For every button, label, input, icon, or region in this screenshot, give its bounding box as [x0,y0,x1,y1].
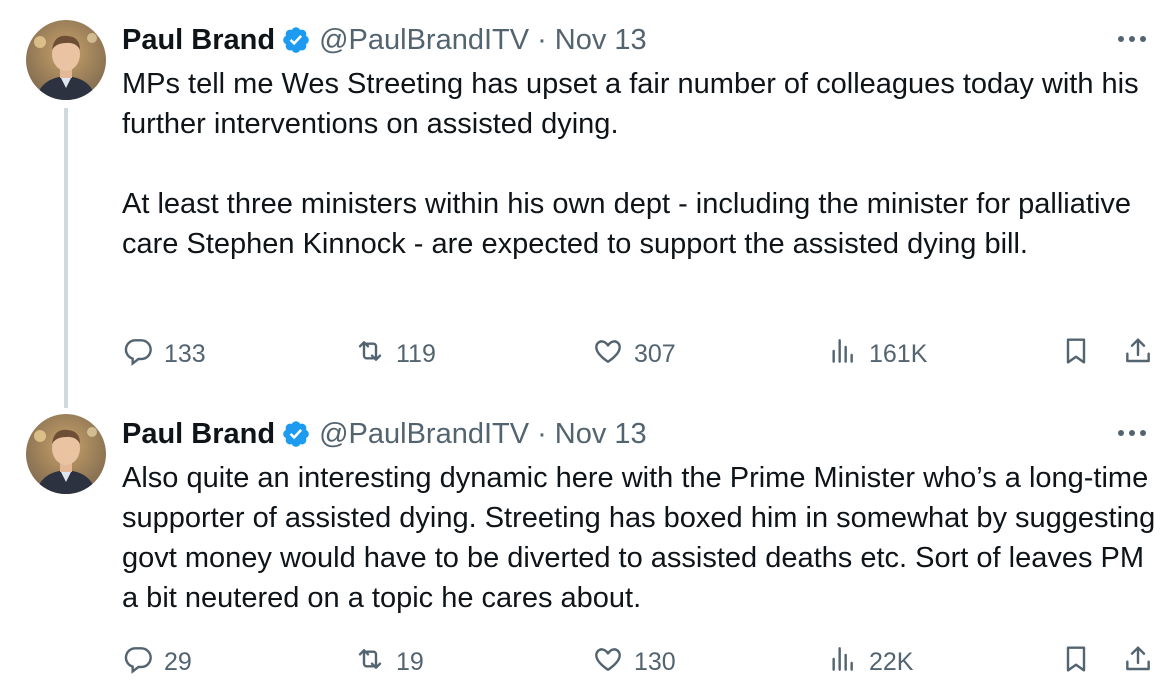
repost-icon [354,643,386,682]
more-options-icon[interactable] [1112,24,1152,54]
views-button[interactable]: 161K [827,332,927,376]
tweet[interactable]: Paul Brand @PaulBrandITV · Nov 13 Also q… [0,394,1170,694]
reply-icon [122,335,154,374]
like-icon [592,335,624,374]
share-icon [1122,643,1154,682]
share-button[interactable] [1122,640,1154,684]
like-count: 130 [634,647,676,676]
separator-dot: · [537,417,547,450]
reply-button[interactable]: 133 [122,332,206,376]
tweet-text: MPs tell me Wes Streeting has upset a fa… [122,68,1139,260]
author-name[interactable]: Paul Brand [122,24,275,57]
tweet-date[interactable]: Nov 13 [555,418,647,451]
bookmark-button[interactable] [1060,332,1092,376]
tweet-actions: 133 119 307 161K [122,332,1162,376]
bookmark-button[interactable] [1060,640,1092,684]
views-count: 22K [869,647,914,676]
more-options-icon[interactable] [1112,418,1152,448]
like-button[interactable]: 130 [592,640,676,684]
tweet-text: Also quite an interesting dynamic here w… [122,462,1156,614]
reply-button[interactable]: 29 [122,640,192,684]
repost-count: 19 [396,647,424,676]
avatar[interactable] [26,20,106,100]
like-count: 307 [634,339,676,368]
author-handle[interactable]: @PaulBrandITV [319,24,529,57]
tweet-date[interactable]: Nov 13 [555,24,647,57]
tweet-header: Paul Brand @PaulBrandITV · Nov 13 [122,20,647,60]
like-icon [592,643,624,682]
share-button[interactable] [1122,332,1154,376]
repost-count: 119 [396,339,436,368]
tweet-header: Paul Brand @PaulBrandITV · Nov 13 [122,414,647,454]
views-count: 161K [869,339,928,368]
views-icon [827,643,859,682]
verified-badge-icon[interactable] [281,25,311,55]
like-button[interactable]: 307 [592,332,676,376]
views-button[interactable]: 22K [827,640,913,684]
reply-count: 133 [164,339,206,368]
repost-button[interactable]: 119 [354,332,436,376]
reply-icon [122,643,154,682]
author-handle[interactable]: @PaulBrandITV [319,418,529,451]
author-name[interactable]: Paul Brand [122,418,275,451]
repost-button[interactable]: 19 [354,640,424,684]
tweet[interactable]: Paul Brand @PaulBrandITV · Nov 13 MPs te… [0,0,1170,408]
repost-icon [354,335,386,374]
tweet-actions: 29 19 130 22K [122,640,1162,684]
views-icon [827,335,859,374]
separator-dot: · [537,23,547,56]
share-icon [1122,335,1154,374]
reply-count: 29 [164,647,192,676]
verified-badge-icon[interactable] [281,419,311,449]
bookmark-icon [1060,335,1092,374]
thread-connector-line [64,108,68,408]
bookmark-icon [1060,643,1092,682]
avatar[interactable] [26,414,106,494]
